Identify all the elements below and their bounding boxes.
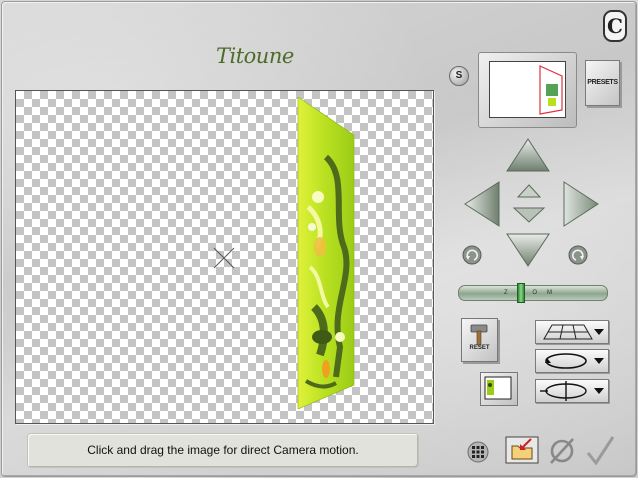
arrow-left-icon[interactable] — [463, 180, 503, 228]
perspective-mode-button[interactable] — [535, 320, 609, 344]
plugin-title: Titoune — [216, 44, 294, 68]
zoom-label: ZOOM — [504, 290, 562, 296]
reset-button[interactable]: RESET — [461, 318, 498, 362]
image-select-button[interactable] — [480, 372, 518, 406]
hammer-icon — [470, 324, 488, 346]
spin-mode-button[interactable] — [535, 379, 609, 403]
rotate-left-icon[interactable] — [461, 244, 483, 266]
move-back-icon[interactable] — [512, 206, 546, 224]
presets-button[interactable]: PRESETS — [585, 60, 620, 106]
perspective-grid-icon — [543, 324, 604, 340]
crosshair-icon — [213, 247, 235, 269]
thumbnail-image — [539, 65, 563, 115]
status-bar: Click and drag the image for direct Came… — [28, 434, 418, 467]
arrow-up-icon[interactable] — [505, 137, 551, 175]
open-folder-icon[interactable] — [505, 436, 539, 464]
settings-s-button[interactable]: S — [449, 66, 469, 86]
zoom-slider-handle[interactable] — [517, 283, 525, 303]
rotate-loop-icon — [545, 353, 604, 369]
arrow-right-icon[interactable] — [560, 180, 600, 228]
grid-icon[interactable] — [467, 441, 489, 463]
logo-icon[interactable]: C — [603, 10, 627, 42]
spin-axis-icon — [540, 381, 604, 401]
rotate-right-icon[interactable] — [567, 244, 589, 266]
image-thumbnail-icon — [484, 376, 512, 400]
preset-thumbnail — [478, 52, 577, 128]
preview-canvas[interactable] — [15, 90, 434, 424]
move-forward-icon[interactable] — [516, 183, 542, 199]
reset-label: RESET — [469, 345, 490, 351]
rotate-mode-button[interactable] — [535, 349, 609, 373]
ok-check-icon[interactable] — [584, 435, 616, 467]
arrow-down-icon[interactable] — [505, 232, 551, 270]
cancel-icon[interactable] — [548, 437, 576, 465]
warped-image[interactable] — [296, 97, 366, 409]
zoom-slider[interactable]: ZOOM — [458, 283, 608, 303]
